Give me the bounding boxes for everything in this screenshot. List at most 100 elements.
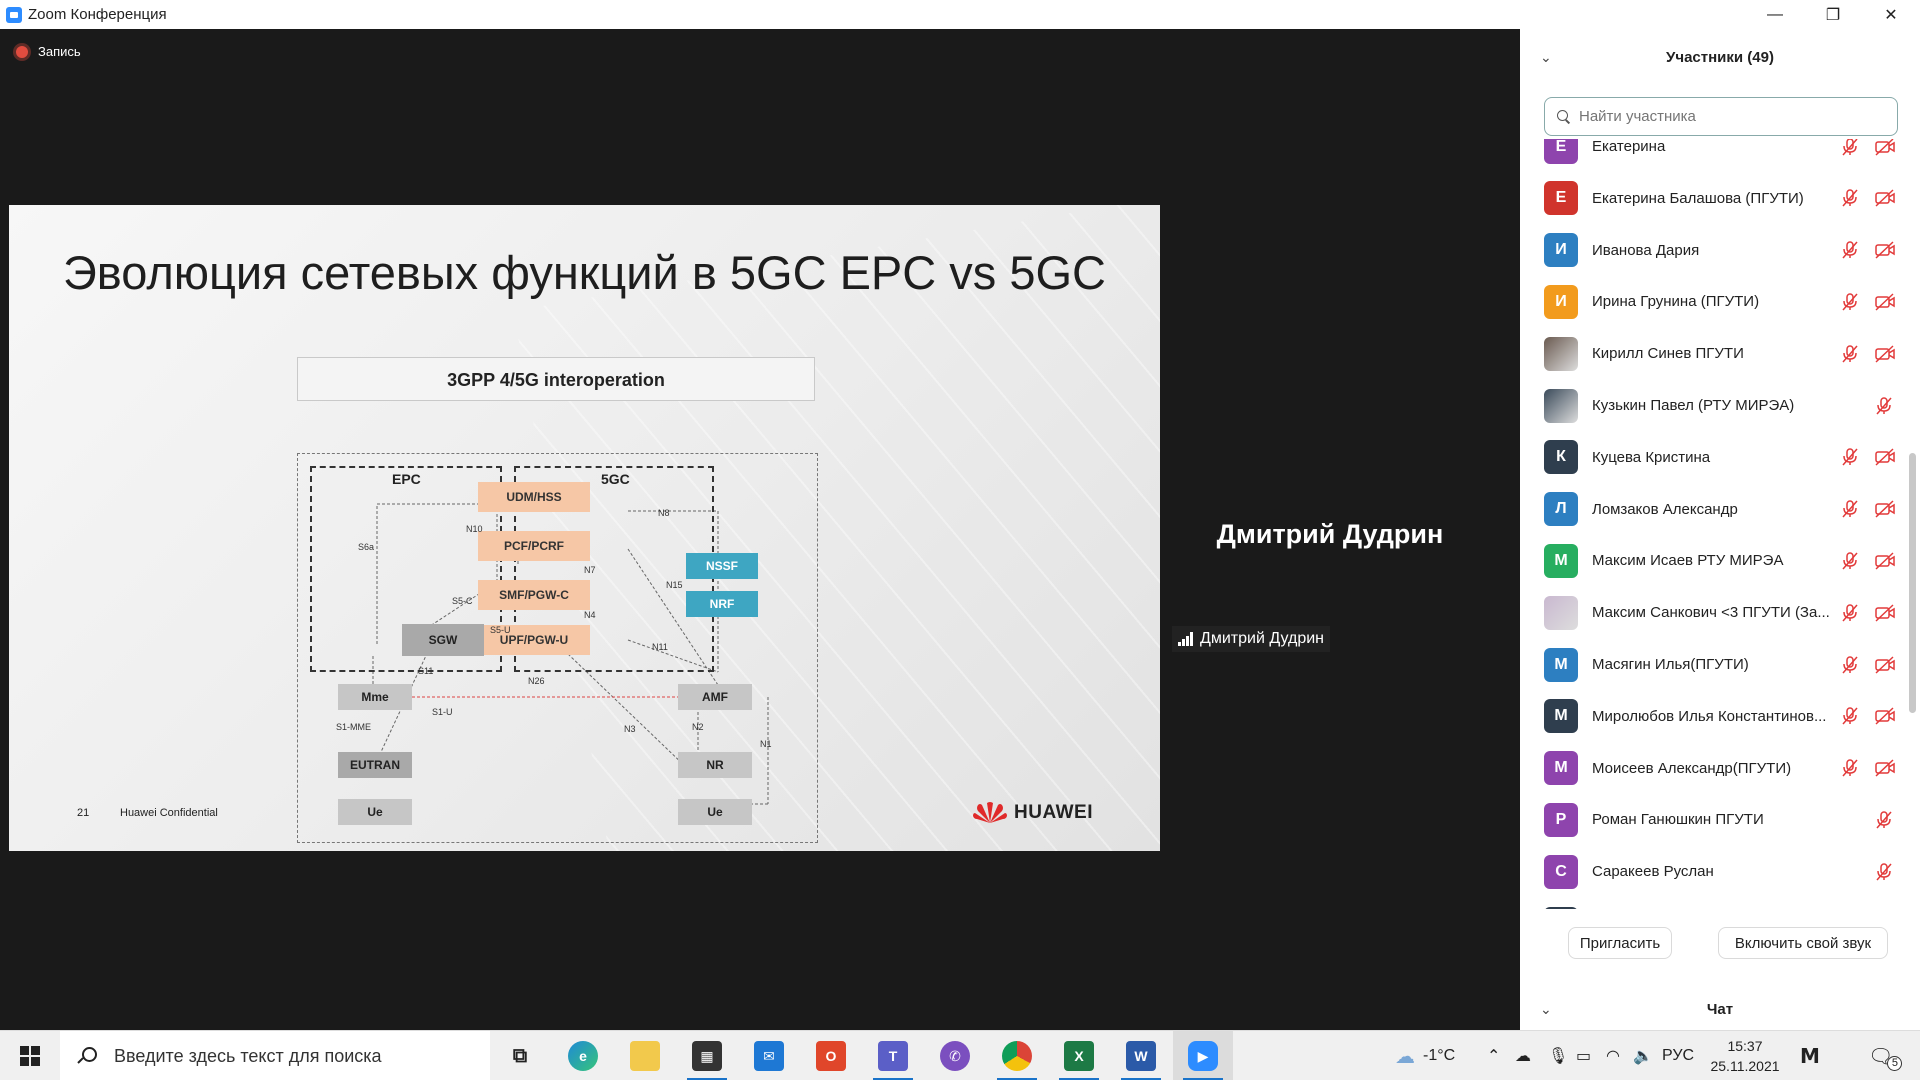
participant-search-box[interactable] [1544,97,1898,136]
participants-scrollbar[interactable] [1909,453,1916,713]
file-explorer-button[interactable] [615,1031,675,1080]
ue-left-node: Ue [338,799,412,825]
avatar [1544,336,1578,371]
language-indicator[interactable]: РУС [1662,1031,1694,1080]
weather-widget[interactable]: ☁ -1°C [1395,1031,1455,1080]
avatar: К [1544,440,1578,475]
battery-tray-icon[interactable]: ▭ [1576,1031,1591,1080]
video-off-icon [1874,292,1896,312]
wifi-tray-icon[interactable]: ◠ [1606,1031,1620,1080]
microphone-icon: 🎙 [1548,1048,1569,1065]
speaker-icon: 🔈 [1633,1048,1653,1065]
interface-s1mme: S1-MME [336,722,372,732]
interface-s11: S11 [418,666,434,676]
speaker-tag-name: Дмитрий Дудрин [1200,630,1324,647]
participant-name: Иванова Дария [1592,241,1700,259]
participant-row[interactable]: Л Ломзаков Александр [1520,484,1910,535]
taskbar-search[interactable]: Введите здесь текст для поиска [60,1031,490,1080]
excel-button[interactable]: X [1049,1031,1109,1080]
video-off-icon [1874,603,1896,623]
signal-strength-icon [1178,632,1194,646]
participant-row[interactable]: Р Роман Ганюшкин ПГУТИ [1520,794,1910,845]
eutran-node: EUTRAN [338,752,412,778]
chrome-button[interactable] [987,1031,1047,1080]
interface-s5u: S5-U [490,625,511,635]
start-button[interactable] [0,1031,60,1080]
participant-name: Екатерина [1592,139,1666,155]
participant-row[interactable]: К Куцева Кристина [1520,432,1910,483]
avatar: И [1544,284,1578,319]
interface-n7: N7 [584,565,596,575]
video-off-icon [1874,758,1896,778]
office-button[interactable]: O [801,1031,861,1080]
unmute-self-button[interactable]: Включить свой звук [1718,927,1888,959]
participant-name: Моисеев Александр(ПГУТИ) [1592,759,1792,777]
edge-button[interactable]: e [553,1031,613,1080]
participant-row[interactable]: С Саракеев Руслан [1520,846,1910,897]
chat-header[interactable]: ⌄ Чат [1520,991,1920,1031]
participant-row[interactable]: И Ирина Грунина (ПГУТИ) [1520,276,1910,327]
close-button[interactable]: ✕ [1862,0,1920,29]
participant-row[interactable]: М Моисеев Александр(ПГУТИ) [1520,743,1910,794]
taskbar-clock[interactable]: 15:37 25.11.2021 [1700,1036,1790,1076]
wifi-icon: ◠ [1606,1048,1620,1065]
participant-row[interactable]: Максим Санкович <3 ПГУТИ (За... [1520,587,1910,638]
muted-microphone-icon [1840,292,1860,312]
participant-name: Миролюбов Илья Константинов... [1592,707,1827,725]
recording-indicator[interactable]: Запись [16,44,81,59]
participant-row[interactable]: М Максим Исаев РТУ МИРЭА [1520,535,1910,586]
video-off-icon [1874,447,1896,467]
microphone-tray-icon[interactable]: 🎙 [1548,1031,1568,1080]
active-speaker-name: Дмитрий Дудрин [1216,519,1444,549]
meet-now-tray-icon[interactable]: Ⅿ [1800,1031,1820,1080]
teams-button[interactable]: T [863,1031,923,1080]
muted-microphone-icon [1840,344,1860,364]
participants-header: ⌄ Участники (49) [1520,29,1920,85]
office-icon: O [816,1041,846,1071]
epc-label: EPC [392,471,421,487]
mail-button[interactable]: ✉ [739,1031,799,1080]
participant-row[interactable]: Кирилл Синев ПГУТИ [1520,328,1910,379]
video-off-icon [1874,655,1896,675]
zoom-button[interactable]: ▶ [1173,1031,1233,1080]
restore-button[interactable]: ❐ [1804,0,1862,29]
onedrive-tray-icon[interactable]: ☁ [1515,1031,1531,1080]
slide-title: Эволюция сетевых функций в 5GC EPC vs 5G… [63,246,1106,299]
participant-row[interactable]: Е Екатерина [1520,139,1910,172]
store-button[interactable]: ▦ [677,1031,737,1080]
participant-row[interactable]: Е Екатерина Балашова (ПГУТИ) [1520,173,1910,224]
task-view-button[interactable]: ⧉ [490,1031,550,1080]
mme-node: Mme [338,684,412,710]
nrf-node: NRF [686,591,758,617]
chat-title: Чат [1706,1001,1734,1018]
word-icon: W [1126,1041,1156,1071]
clock-time: 15:37 [1727,1038,1763,1054]
participant-row[interactable]: С [1520,898,1910,909]
show-hidden-icons-button[interactable]: ⌃ [1487,1031,1500,1080]
participant-search-input[interactable] [1579,108,1879,125]
word-button[interactable]: W [1111,1031,1171,1080]
participant-row[interactable]: И Иванова Дария [1520,225,1910,276]
muted-microphone-icon [1840,499,1860,519]
speaker-name-tag: Дмитрий Дудрин [1172,626,1330,652]
chrome-icon [1002,1041,1032,1071]
ue-right-node: Ue [678,799,752,825]
muted-microphone-icon [1840,240,1860,260]
participant-row[interactable]: М Масягин Илья(ПГУТИ) [1520,639,1910,690]
notification-center-button[interactable]: 🗨 5 [1868,1031,1903,1080]
video-off-icon [1874,139,1896,157]
participant-row[interactable]: Кузькин Павел (РТУ МИРЭА) [1520,380,1910,431]
minimize-button[interactable]: — [1746,0,1804,29]
notification-count: 5 [1887,1055,1903,1071]
volume-tray-icon[interactable]: 🔈 [1633,1031,1653,1080]
participant-name: Екатерина Балашова (ПГУТИ) [1592,189,1804,207]
avatar [1544,595,1578,630]
participant-row[interactable]: М Миролюбов Илья Константинов... [1520,691,1910,742]
viber-button[interactable]: ✆ [925,1031,985,1080]
interface-s5c: S5-C [452,596,473,606]
cloud-icon: ☁ [1395,1045,1415,1068]
battery-icon: ▭ [1576,1048,1592,1065]
invite-button[interactable]: Пригласить [1568,927,1672,959]
interface-s1u: S1-U [432,707,453,717]
video-off-icon [1874,551,1896,571]
